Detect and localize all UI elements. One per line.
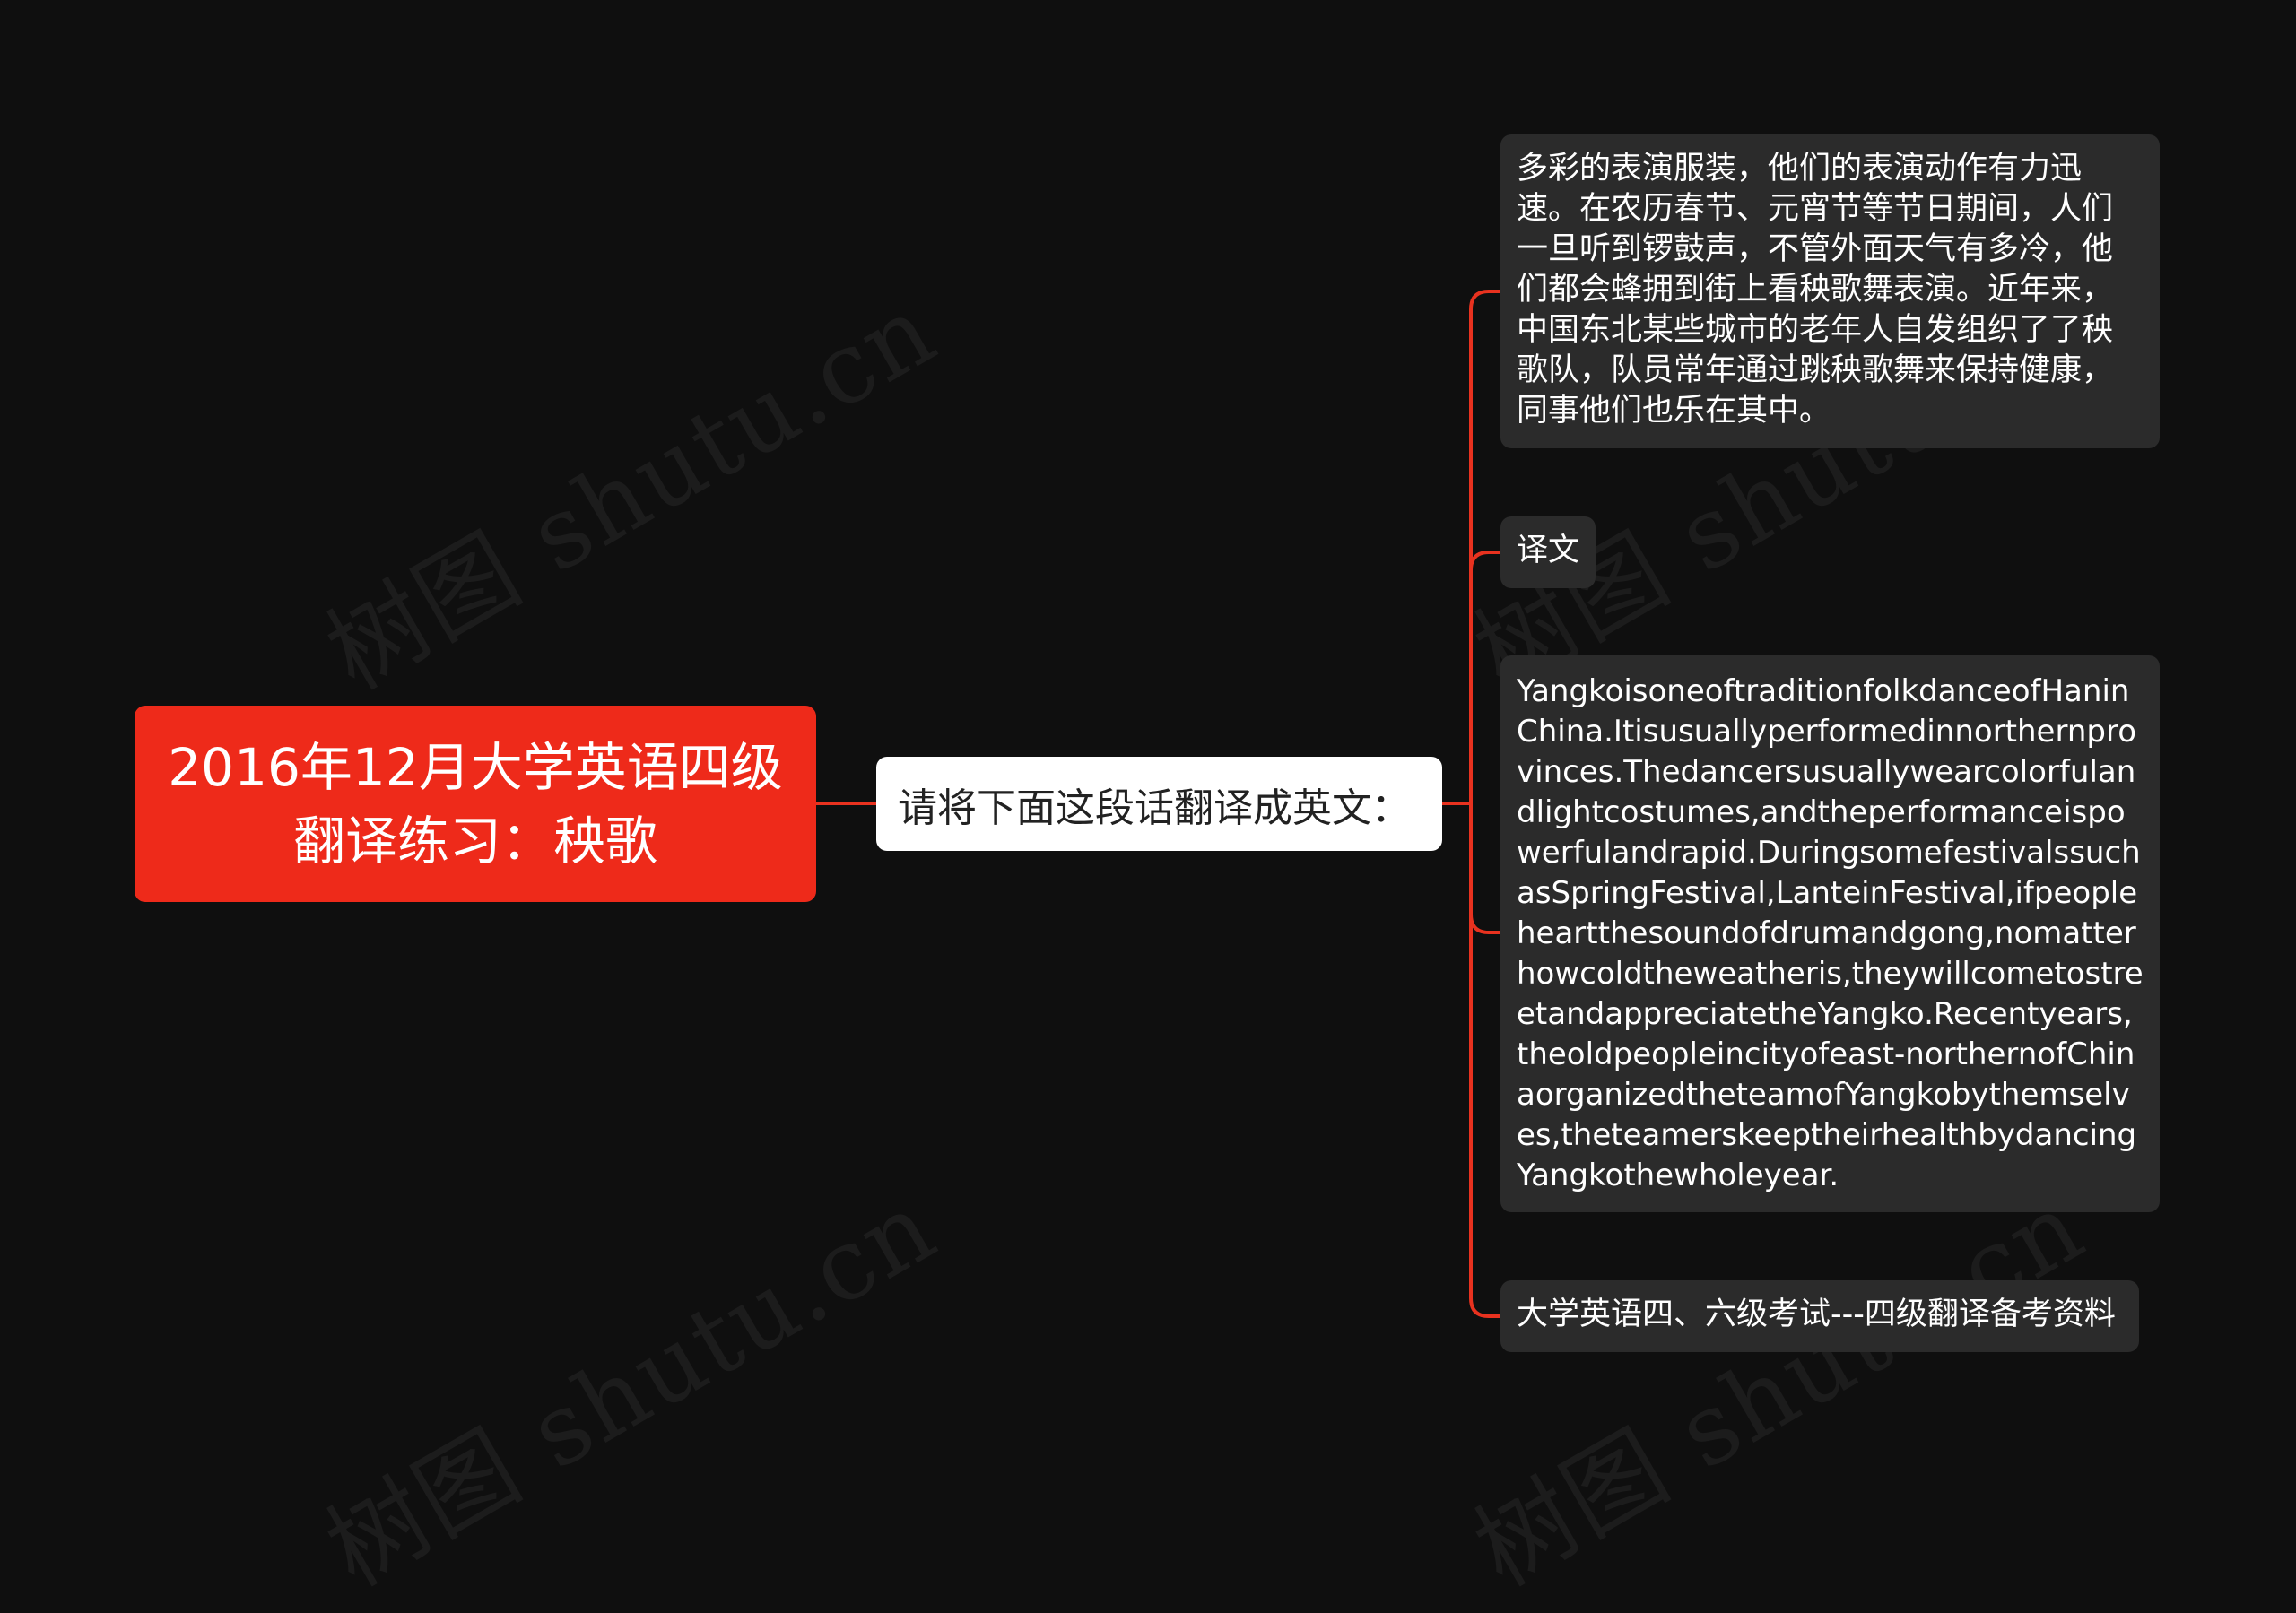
leaf-text: YangkoisoneoftraditionfolkdanceofHaninCh… — [1517, 673, 2144, 1193]
connector-leaf2 — [1469, 551, 1500, 803]
connector-leaf1 — [1469, 290, 1500, 803]
central-topic[interactable]: 请将下面这段话翻译成英文： — [876, 757, 1442, 851]
root-topic-text: 2016年12月大学英语四级翻译练习：秧歌 — [168, 736, 783, 872]
leaf-text: 大学英语四、六级考试---四级翻译备考资料 — [1517, 1296, 2116, 1332]
leaf-node-chinese-passage[interactable]: 多彩的表演服装，他们的表演动作有力迅速。在农历春节、元宵节等节日期间，人们一旦听… — [1500, 134, 2160, 448]
leaf-node-translation-label[interactable]: 译文 — [1500, 516, 1596, 588]
central-topic-text: 请将下面这段话翻译成英文： — [898, 785, 1411, 831]
root-topic[interactable]: 2016年12月大学英语四级翻译练习：秧歌 — [135, 706, 816, 902]
connector-leaf4 — [1469, 803, 1500, 1318]
leaf-text: 多彩的表演服装，他们的表演动作有力迅速。在农历春节、元宵节等节日期间，人们一旦听… — [1517, 151, 2114, 429]
leaf-node-english-translation[interactable]: YangkoisoneoftraditionfolkdanceofHaninCh… — [1500, 655, 2160, 1212]
leaf-node-source[interactable]: 大学英语四、六级考试---四级翻译备考资料 — [1500, 1280, 2139, 1352]
leaf-text: 译文 — [1517, 533, 1580, 568]
connector-leaf3 — [1469, 803, 1500, 934]
